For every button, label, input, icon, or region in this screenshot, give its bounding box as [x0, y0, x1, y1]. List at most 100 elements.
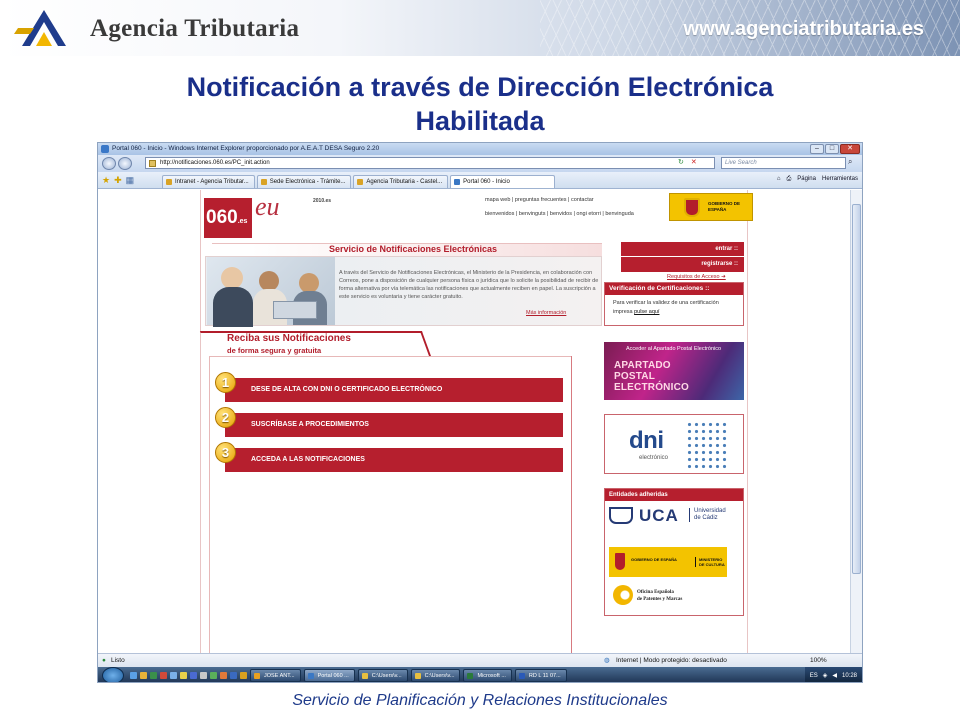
quick-launch-icon[interactable] — [180, 672, 187, 679]
header-url: www.agenciatributaria.es — [683, 18, 924, 40]
ministerio-cultura-logo[interactable]: GOBIERNO DE ESPAÑA MINISTERIO DE CULTURA — [609, 547, 727, 577]
refresh-icon[interactable]: ↻ — [678, 158, 684, 166]
slide-footer: Servicio de Planificación y Relaciones I… — [292, 692, 668, 709]
maximize-button[interactable]: □ — [825, 144, 839, 154]
network-icon[interactable]: ◈ — [823, 672, 828, 679]
window-controls: – □ ✕ — [810, 144, 860, 154]
tab-label: Sede Electrónica - Trámite... — [269, 179, 346, 185]
tab-favicon — [166, 179, 172, 185]
uca-shield-icon — [609, 507, 633, 524]
start-button[interactable] — [102, 667, 124, 682]
quick-launch-icon[interactable] — [240, 672, 247, 679]
task-icon — [518, 673, 525, 679]
security-zone-text: Internet | Modo protegido: desactivado — [616, 657, 727, 664]
access-requirements-link[interactable]: Requisitos de Acceso ➜ — [667, 274, 726, 280]
quick-launch-icon[interactable] — [140, 672, 147, 679]
taskbar-item[interactable]: Microsoft ... — [463, 669, 512, 682]
close-button[interactable]: ✕ — [840, 144, 860, 154]
quick-launch-icon[interactable] — [190, 672, 197, 679]
login-box: entrar :: registrarse :: — [621, 242, 744, 272]
page-060: 060.es eu 2010.es mapa web | preguntas f… — [199, 190, 753, 653]
divider — [571, 356, 572, 653]
add-favorite-icon[interactable]: ✚ — [114, 175, 122, 186]
tab-agencia-tributaria[interactable]: Agencia Tributaria - Castel... — [353, 175, 449, 188]
enter-button[interactable]: entrar :: — [621, 242, 744, 257]
oepm-logo[interactable]: Oficina Española de Patentes y Marcas — [613, 583, 713, 609]
apartado-line-3: ELECTRÓNICO — [614, 382, 689, 393]
person-body — [213, 287, 253, 327]
clock[interactable]: 10:28 — [842, 673, 857, 679]
quick-launch-icon[interactable] — [160, 672, 167, 679]
tab-sede-electronica[interactable]: Sede Electrónica - Trámite... — [256, 175, 352, 188]
taskbar-item[interactable]: Portal 060 ... — [303, 669, 355, 682]
back-button[interactable] — [102, 157, 116, 170]
quick-launch-icon[interactable] — [210, 672, 217, 679]
taskbar-item[interactable]: C:\Users\v... — [410, 669, 461, 682]
quick-launch-icon[interactable] — [220, 672, 227, 679]
step-label[interactable]: DESE DE ALTA CON DNI O CERTIFICADO ELECT… — [225, 378, 563, 402]
scrollbar-thumb[interactable] — [852, 204, 861, 574]
more-info-link[interactable]: Más información — [526, 310, 566, 316]
gobierno-text: GOBIERNO DE ESPAÑA — [708, 201, 741, 212]
tab-label: Portal 060 - Inicio — [463, 179, 510, 185]
logo-060[interactable]: 060.es — [204, 198, 252, 238]
coat-of-arms-icon — [684, 198, 700, 217]
divider — [209, 356, 210, 653]
vertical-scrollbar[interactable] — [850, 190, 862, 653]
search-icon[interactable]: ⌕ — [848, 157, 852, 167]
language-indicator[interactable]: ES — [810, 673, 818, 679]
step-label[interactable]: SUSCRÍBASE A PROCEDIMIENTOS — [225, 413, 563, 437]
tab-portal-060[interactable]: Portal 060 - Inicio — [450, 175, 556, 188]
search-input[interactable]: Live Search — [721, 157, 846, 169]
window-titlebar: Portal 060 - Inicio - Windows Internet E… — [98, 143, 862, 155]
verification-link[interactable]: pulse aquí — [634, 309, 659, 315]
uca-text: UCA — [639, 506, 679, 525]
apartado-postal-banner[interactable]: Acceder al Apartado Postal Electrónico A… — [604, 342, 744, 400]
print-icon[interactable]: ⎙ — [786, 176, 791, 183]
agencia-tributaria-logo-icon — [14, 10, 66, 46]
quick-launch-icon[interactable] — [230, 672, 237, 679]
minimize-button[interactable]: – — [810, 144, 824, 154]
dni-dots-icon — [686, 421, 728, 471]
uca-logo[interactable]: UCA Universidad de Cádiz — [609, 505, 739, 527]
zoom-level[interactable]: 100% — [810, 654, 827, 667]
quick-launch-icon[interactable] — [130, 672, 137, 679]
slide: Agencia Tributaria www.agenciatributaria… — [0, 0, 960, 720]
tab-favicon — [357, 179, 364, 185]
taskbar-item[interactable]: JOSE ANT... — [250, 669, 301, 682]
tab-bar: ★ ✚ ▦ Intranet - Agencia Tributar... Sed… — [98, 172, 862, 189]
person-head — [259, 271, 279, 291]
dni-logo-text: dni — [629, 427, 664, 454]
task-label: Microsoft ... — [477, 673, 506, 679]
task-label: C:\Users\v... — [371, 673, 402, 679]
person-head — [299, 273, 319, 293]
favorites-star-icon[interactable]: ★ — [102, 175, 110, 186]
forward-button[interactable] — [118, 157, 132, 170]
verification-text-2: impresa — [613, 309, 633, 315]
address-bar[interactable]: http://notificaciones.060.es/PC_init.act… — [145, 157, 715, 169]
home-icon[interactable]: ⌂ — [777, 176, 781, 183]
tab-label: Intranet - Agencia Tributar... — [175, 179, 249, 185]
tab-intranet[interactable]: Intranet - Agencia Tributar... — [162, 175, 255, 188]
register-button[interactable]: registrarse :: — [621, 257, 744, 272]
page-menu[interactable]: Página — [797, 176, 816, 183]
top-links[interactable]: mapa web | preguntas frecuentes | contac… — [485, 197, 594, 203]
taskbar-item[interactable]: C:\Users\v... — [357, 669, 408, 682]
apartado-header: Acceder al Apartado Postal Electrónico — [626, 346, 722, 352]
quick-tabs-icon[interactable]: ▦ — [126, 175, 135, 186]
tools-menu[interactable]: Herramientas — [822, 176, 858, 183]
quick-launch-icon[interactable] — [170, 672, 177, 679]
divider — [209, 356, 571, 357]
language-links[interactable]: bienvenidos | benvinguts | benvidos | on… — [485, 211, 634, 217]
verification-text-1: Para verificar la validez de una certifi… — [613, 300, 719, 306]
apartado-line-2: POSTAL — [614, 371, 656, 382]
step-label[interactable]: ACCEDA A LAS NOTIFICACIONES — [225, 448, 563, 472]
dni-electronico-banner[interactable]: dni electrónico — [604, 414, 744, 474]
slide-title-line-1: Notificación a través de Dirección Elect… — [186, 72, 774, 102]
quick-launch-icon[interactable] — [150, 672, 157, 679]
volume-icon[interactable]: ◀ — [832, 672, 837, 679]
taskbar-item[interactable]: RD L 11 07... — [514, 669, 567, 682]
quick-launch-icon[interactable] — [200, 672, 207, 679]
oepm-text-2: de Patentes y Marcas — [637, 597, 683, 602]
stop-icon[interactable]: ✕ — [691, 158, 697, 166]
